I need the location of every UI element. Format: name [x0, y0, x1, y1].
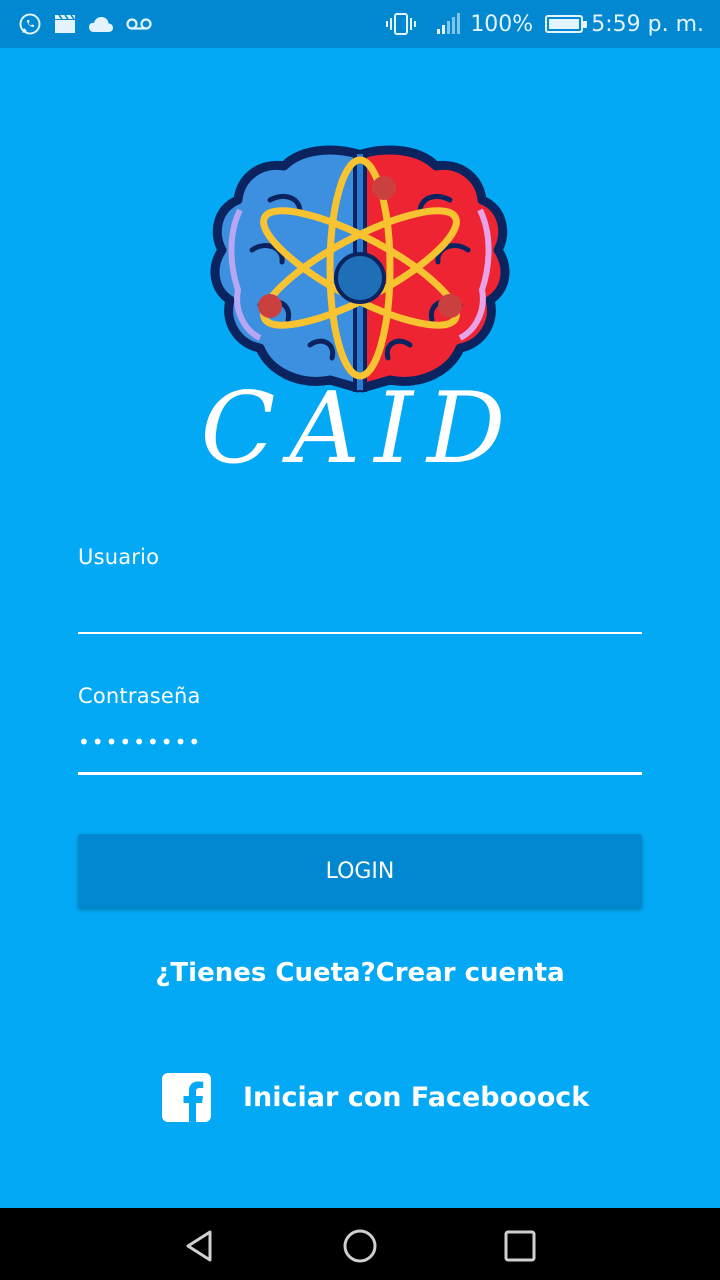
cloud-icon — [89, 17, 113, 32]
create-account-link[interactable]: ¿Tienes Cueta?Crear cuenta — [0, 958, 720, 988]
system-indicators: 100% 5:59 p. m. — [386, 12, 704, 37]
status-bar: 100% 5:59 p. m. — [0, 0, 720, 48]
voicemail-icon — [126, 18, 152, 30]
facebook-login-button[interactable]: Iniciar con Facebooock — [162, 1072, 589, 1122]
password-field[interactable]: Contraseña ••••••••• — [78, 684, 642, 778]
signal-icon — [437, 13, 461, 34]
battery-percent: 100% — [470, 11, 534, 37]
login-button[interactable]: LOGIN — [78, 834, 642, 908]
password-label: Contraseña — [78, 684, 201, 708]
back-icon[interactable] — [180, 1226, 220, 1266]
clapperboard-icon — [55, 14, 75, 33]
clock: 5:59 p. m. — [591, 11, 704, 37]
app-logo: CAID — [160, 140, 560, 486]
password-input[interactable]: ••••••••• — [78, 730, 642, 766]
whatsapp-icon — [19, 13, 41, 35]
username-label: Usuario — [78, 545, 160, 569]
home-icon[interactable] — [340, 1226, 380, 1266]
battery-icon — [545, 15, 588, 33]
recents-icon[interactable] — [500, 1226, 540, 1266]
vibrate-icon — [386, 13, 417, 35]
logo-text: CAID — [200, 372, 519, 480]
battery-fill — [549, 19, 580, 29]
notification-icons — [18, 12, 152, 36]
brain-atom-icon: CAID — [200, 145, 519, 486]
password-underline — [78, 772, 642, 775]
facebook-login-label: Iniciar con Facebooock — [243, 1081, 590, 1113]
username-underline — [78, 632, 642, 634]
navigation-bar — [0, 1208, 720, 1280]
facebook-icon — [162, 1072, 211, 1122]
username-input[interactable] — [78, 593, 642, 629]
username-field[interactable]: Usuario — [78, 545, 642, 637]
